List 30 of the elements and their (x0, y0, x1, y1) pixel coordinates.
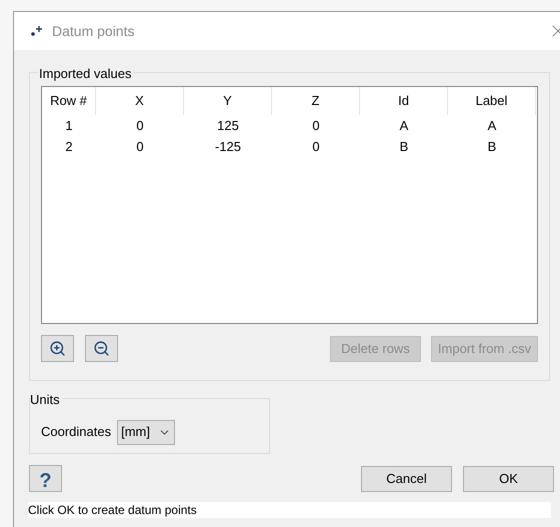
table-cell-text: 0 (135, 138, 145, 156)
column-header[interactable]: Label (448, 87, 536, 115)
column-header[interactable]: Z (272, 87, 360, 115)
column-header[interactable]: Id (360, 87, 448, 115)
table-cell-text: B (398, 138, 410, 156)
table-cell-text: A (398, 116, 410, 135)
zoom-in-button[interactable] (41, 335, 74, 362)
column-header[interactable]: Y (184, 87, 272, 115)
table-cell-text: 0 (311, 138, 321, 156)
window-title: Datum points (52, 22, 134, 41)
column-header[interactable]: Row # (42, 87, 96, 115)
dialog-button[interactable]: Cancel (361, 466, 452, 492)
points-icon (30, 25, 44, 37)
zoom-out-button[interactable] (85, 335, 118, 362)
table-cell-text: 0 (311, 116, 321, 135)
table-cell-text: A (486, 116, 498, 135)
column-header[interactable]: X (96, 87, 184, 115)
zoom-in-icon (49, 340, 66, 357)
field-label: Coordinates (41, 423, 112, 442)
table-cell-text: 1 (64, 116, 74, 135)
dialog-button[interactable]: OK (463, 466, 554, 492)
table-cell-text: -125 (214, 138, 242, 156)
table-cell-text: 125 (216, 116, 240, 135)
help-button[interactable]: ? (29, 465, 62, 492)
status-bar: Click OK to create datum points (28, 502, 551, 518)
units-dropdown[interactable]: [mm] (117, 420, 175, 444)
table-cell-text: 0 (135, 116, 145, 135)
table-cell-text: B (486, 138, 498, 156)
zoom-out-icon (93, 340, 110, 357)
table-cell-text: 2 (64, 138, 74, 156)
